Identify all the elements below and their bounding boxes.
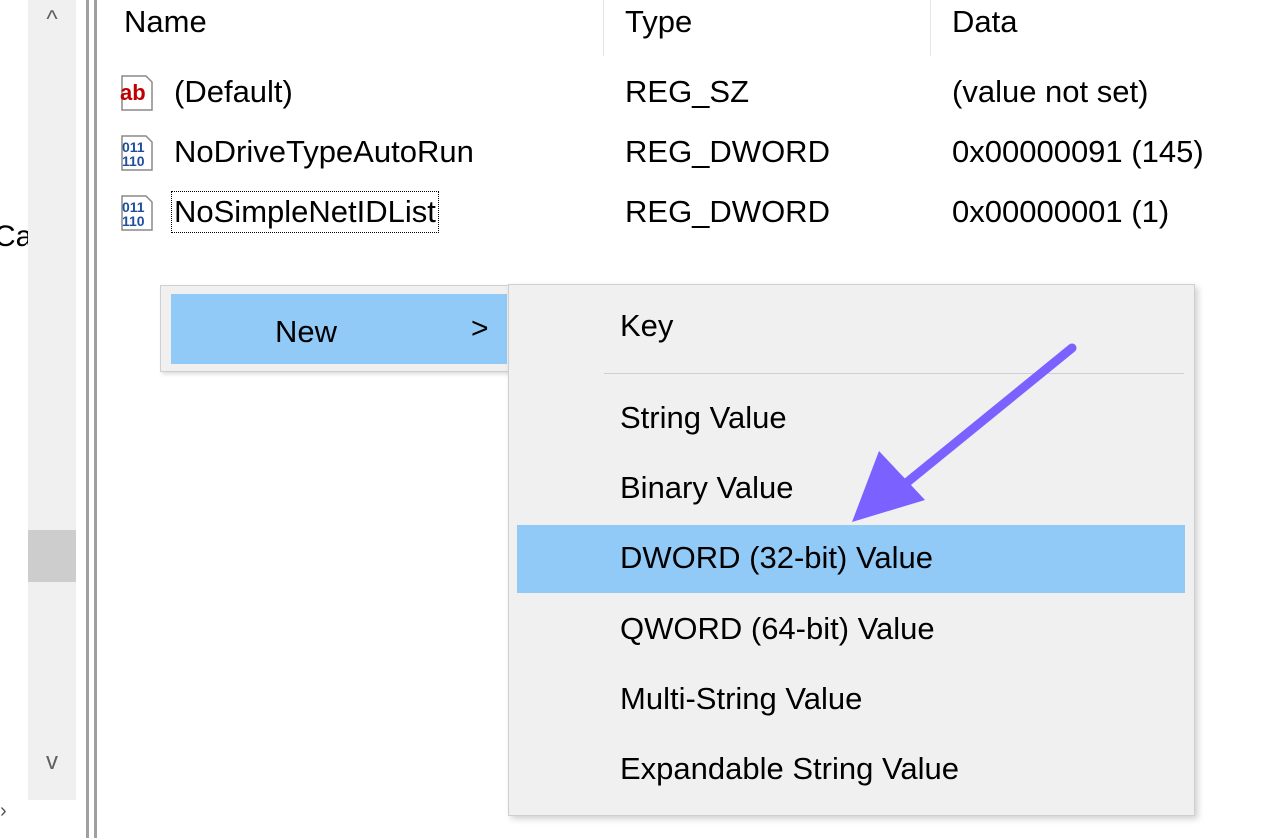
values-list-header: Name Type Data [100, 0, 1275, 58]
submenu-item-multi-string-value[interactable]: Multi-String Value [517, 666, 1185, 734]
scroll-down-icon[interactable]: v [28, 742, 76, 782]
submenu-item-string-value[interactable]: String Value [517, 385, 1185, 453]
value-name: NoDriveTypeAutoRun [174, 134, 474, 169]
value-type: REG_SZ [625, 74, 750, 109]
value-data: 0x00000001 (1) [952, 194, 1170, 229]
column-divider[interactable] [603, 0, 604, 56]
column-header-type[interactable]: Type [625, 4, 692, 40]
value-data: (value not set) [952, 74, 1149, 109]
value-row[interactable]: 011 110 NoDriveTypeAutoRun REG_DWORD 0x0… [116, 124, 1275, 182]
svg-text:ab: ab [120, 80, 146, 105]
string-value-icon: ab [120, 75, 153, 111]
binary-value-icon: 011 110 [121, 135, 153, 171]
context-menu: New > [160, 285, 512, 372]
column-header-name[interactable]: Name [124, 4, 207, 40]
column-header-data[interactable]: Data [952, 4, 1017, 40]
submenu-item-expandable-string-value[interactable]: Expandable String Value [517, 736, 1185, 804]
menu-item-label: New [275, 314, 338, 349]
binary-value-icon: 011 110 [121, 195, 153, 231]
menu-item-new[interactable]: New > [171, 294, 507, 364]
scroll-up-icon[interactable]: ^ [28, 0, 76, 40]
value-data: 0x00000091 (145) [952, 134, 1204, 169]
submenu-item-binary-value[interactable]: Binary Value [517, 455, 1185, 523]
submenu-item-label: QWORD (64-bit) Value [620, 611, 935, 646]
value-name: NoSimpleNetIDList [171, 191, 439, 233]
scroll-thumb[interactable] [28, 530, 76, 582]
value-type: REG_DWORD [625, 194, 830, 229]
submenu-item-label: DWORD (32-bit) Value [620, 540, 933, 575]
pane-splitter-right[interactable] [94, 0, 97, 838]
pane-splitter-left[interactable] [86, 0, 89, 838]
column-divider[interactable] [930, 0, 931, 56]
key-tree-pane[interactable]: Ca › [0, 0, 32, 838]
tree-vertical-scrollbar[interactable]: ^ v [28, 0, 76, 800]
svg-text:110: 110 [122, 213, 145, 229]
submenu-item-label: Binary Value [620, 470, 794, 505]
new-submenu: Key String Value Binary Value DWORD (32-… [508, 284, 1195, 816]
value-type: REG_DWORD [625, 134, 830, 169]
submenu-item-key[interactable]: Key [517, 293, 1185, 361]
value-row[interactable]: ab (Default) REG_SZ (value not set) [116, 64, 1275, 122]
submenu-item-label: String Value [620, 400, 787, 435]
menu-separator [604, 373, 1184, 374]
submenu-item-qword-value[interactable]: QWORD (64-bit) Value [517, 596, 1185, 664]
value-name: (Default) [174, 74, 293, 109]
value-row-selected[interactable]: 011 110 NoSimpleNetIDList REG_DWORD 0x00… [116, 184, 1275, 242]
submenu-arrow-icon: > [471, 312, 489, 345]
submenu-item-label: Key [620, 308, 674, 343]
submenu-item-label: Multi-String Value [620, 681, 863, 716]
submenu-item-label: Expandable String Value [620, 751, 959, 786]
submenu-item-dword-value[interactable]: DWORD (32-bit) Value [517, 525, 1185, 593]
svg-text:110: 110 [122, 153, 145, 169]
tree-expand-arrow-icon[interactable]: › [0, 800, 7, 823]
